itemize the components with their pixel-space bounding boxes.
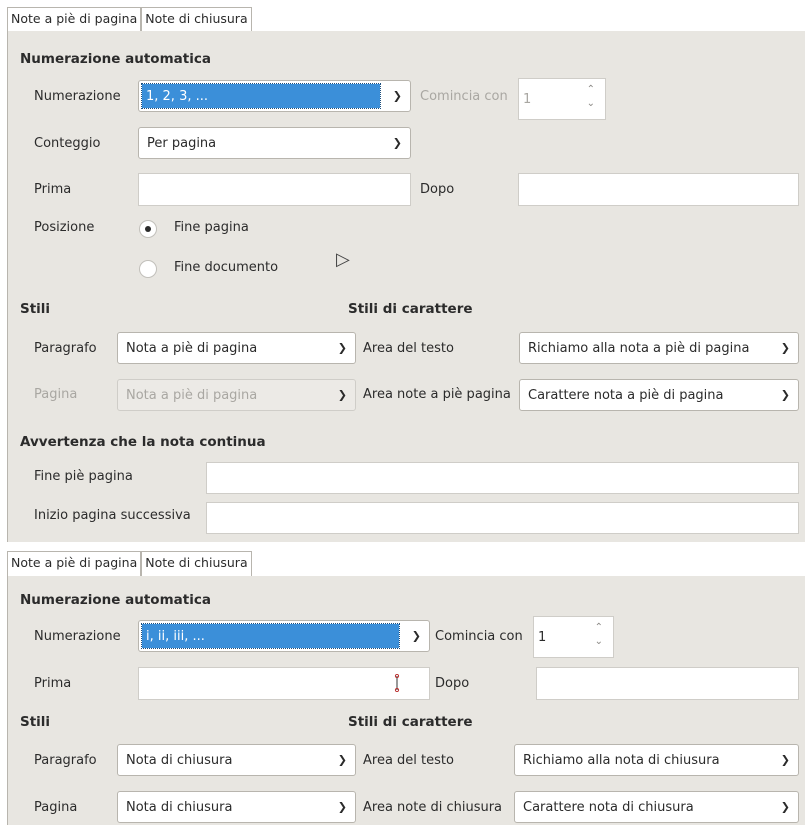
end-of-footnote-label: Fine piè pagina [34,469,133,484]
tab-endnotes[interactable]: Note di chiusura [141,551,252,576]
tab-footnotes[interactable]: Note a piè di pagina [7,551,142,576]
chevron-down-icon: ❯ [392,89,402,103]
end-of-footnote-input[interactable] [206,462,799,494]
position-label: Posizione [34,220,95,235]
notes-area-value: Carattere nota a piè di pagina [528,387,724,403]
heading-styles: Stili [20,301,51,317]
before-label: Prima [34,676,72,691]
page-style-value: Nota di chiusura [126,799,233,815]
numbering-combo[interactable]: 1, 2, 3, ... ❯ [138,80,411,112]
text-cursor-icon [394,674,400,692]
chevron-down-icon: ❯ [780,800,790,814]
chevron-down-icon: ❯ [392,136,402,150]
chevron-down-icon: ❯ [411,629,421,643]
counting-value: Per pagina [147,135,217,151]
numbering-label: Numerazione [34,89,121,104]
radio-end-of-page[interactable] [139,220,157,238]
radio-end-of-document[interactable] [139,260,157,278]
numbering-combo[interactable]: i, ii, iii, ... ❯ [138,620,430,652]
start-at-spinner[interactable]: 1 ⌃ ⌄ [518,78,606,120]
chevron-down-icon: ❯ [337,753,347,767]
heading-continuation: Avvertenza che la nota continua [20,434,266,450]
paragraph-style-value: Nota di chiusura [126,752,233,768]
end-of-page-label: Fine pagina [174,220,249,235]
counting-combo[interactable]: Per pagina ❯ [138,127,411,159]
before-input[interactable] [138,667,430,700]
chevron-down-icon: ❯ [337,341,347,355]
notes-area-value: Carattere nota di chiusura [523,799,694,815]
spin-arrows-icon[interactable]: ⌃ ⌄ [587,83,595,111]
mouse-pointer-icon: ▷ [336,249,350,270]
chevron-down-icon: ❯ [780,341,790,355]
numbering-label: Numerazione [34,629,121,644]
page-label: Pagina [34,387,78,402]
text-area-value: Richiamo alla nota a piè di pagina [528,340,750,356]
chevron-down-icon: ❯ [780,388,790,402]
heading-auto-numbering: Numerazione automatica [20,592,211,608]
endnotes-settings-panel: Numerazione automatica Numerazione i, ii… [7,576,805,825]
paragraph-label: Paragrafo [34,341,97,356]
before-label: Prima [34,182,72,197]
start-at-value: 1 [523,91,532,107]
heading-auto-numbering: Numerazione automatica [20,51,211,67]
notes-area-combo[interactable]: Carattere nota di chiusura ❯ [514,791,799,823]
paragraph-style-combo[interactable]: Nota a piè di pagina ❯ [117,332,356,364]
start-of-next-page-input[interactable] [206,502,799,534]
footnotes-settings-panel: Numerazione automatica Numerazione 1, 2,… [7,31,805,542]
chevron-down-icon: ❯ [780,753,790,767]
numbering-value: 1, 2, 3, ... [141,83,381,109]
before-input[interactable] [138,173,411,206]
heading-char-styles: Stili di carattere [348,301,473,317]
heading-styles: Stili [20,714,51,730]
text-area-combo[interactable]: Richiamo alla nota a piè di pagina ❯ [519,332,799,364]
text-area-label: Area del testo [363,341,454,356]
page-style-value: Nota a piè di pagina [126,387,258,403]
notes-area-label: Area note a piè pagina [363,387,511,402]
text-area-combo[interactable]: Richiamo alla nota di chiusura ❯ [514,744,799,776]
tab-footnotes[interactable]: Note a piè di pagina [7,7,142,32]
page-label: Pagina [34,800,78,815]
after-input[interactable] [518,173,799,206]
tab-endnotes[interactable]: Note di chiusura [141,7,252,32]
start-at-label: Comincia con [420,89,508,104]
after-input[interactable] [536,667,799,700]
tab-bar-bottom: Note a piè di pagina Note di chiusura [7,551,252,576]
notes-area-combo[interactable]: Carattere nota a piè di pagina ❯ [519,379,799,411]
notes-area-label: Area note di chiusura [363,800,503,815]
chevron-down-icon: ❯ [337,800,347,814]
after-label: Dopo [435,676,470,691]
start-at-value: 1 [538,629,547,645]
page-style-combo[interactable]: Nota a piè di pagina ❯ [117,379,356,411]
start-at-label: Comincia con [435,629,523,644]
paragraph-style-combo[interactable]: Nota di chiusura ❯ [117,744,356,776]
chevron-down-icon: ❯ [337,388,347,402]
heading-char-styles: Stili di carattere [348,714,473,730]
tab-bar-top: Note a piè di pagina Note di chiusura [7,7,252,32]
counting-label: Conteggio [34,136,101,151]
end-of-document-label: Fine documento [174,260,279,275]
start-of-next-page-label: Inizio pagina successiva [34,508,191,523]
after-label: Dopo [420,182,455,197]
text-area-value: Richiamo alla nota di chiusura [523,752,720,768]
numbering-value: i, ii, iii, ... [141,623,400,649]
start-at-spinner[interactable]: 1 ⌃ ⌄ [533,616,614,658]
spin-arrows-icon[interactable]: ⌃ ⌄ [595,621,603,649]
paragraph-style-value: Nota a piè di pagina [126,340,258,356]
paragraph-label: Paragrafo [34,753,97,768]
page-style-combo[interactable]: Nota di chiusura ❯ [117,791,356,823]
text-area-label: Area del testo [363,753,454,768]
